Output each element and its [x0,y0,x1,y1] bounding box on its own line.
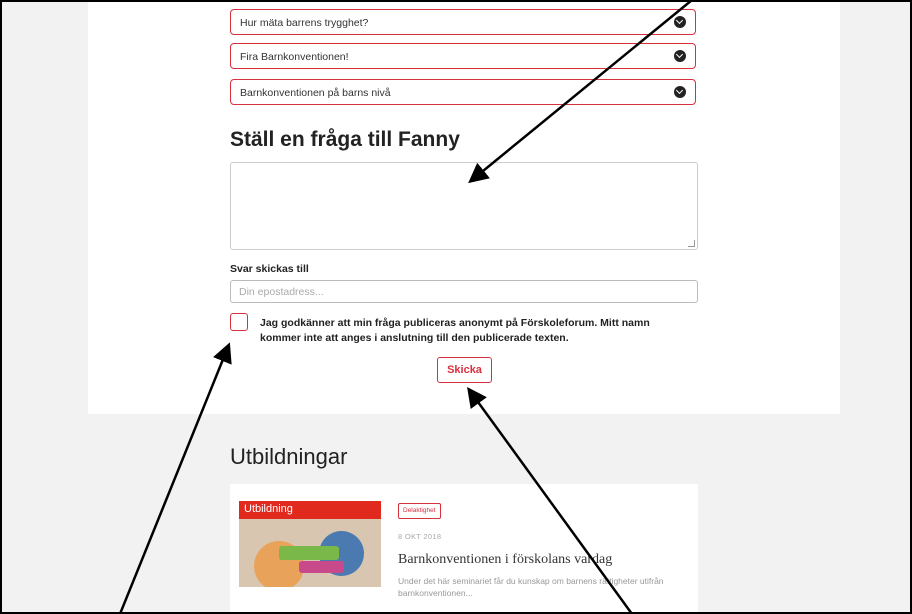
annotation-arrows [118,0,693,614]
arrow-to-textarea [468,0,693,184]
arrow-to-checkbox [118,342,232,614]
arrow-to-submit [467,386,634,614]
